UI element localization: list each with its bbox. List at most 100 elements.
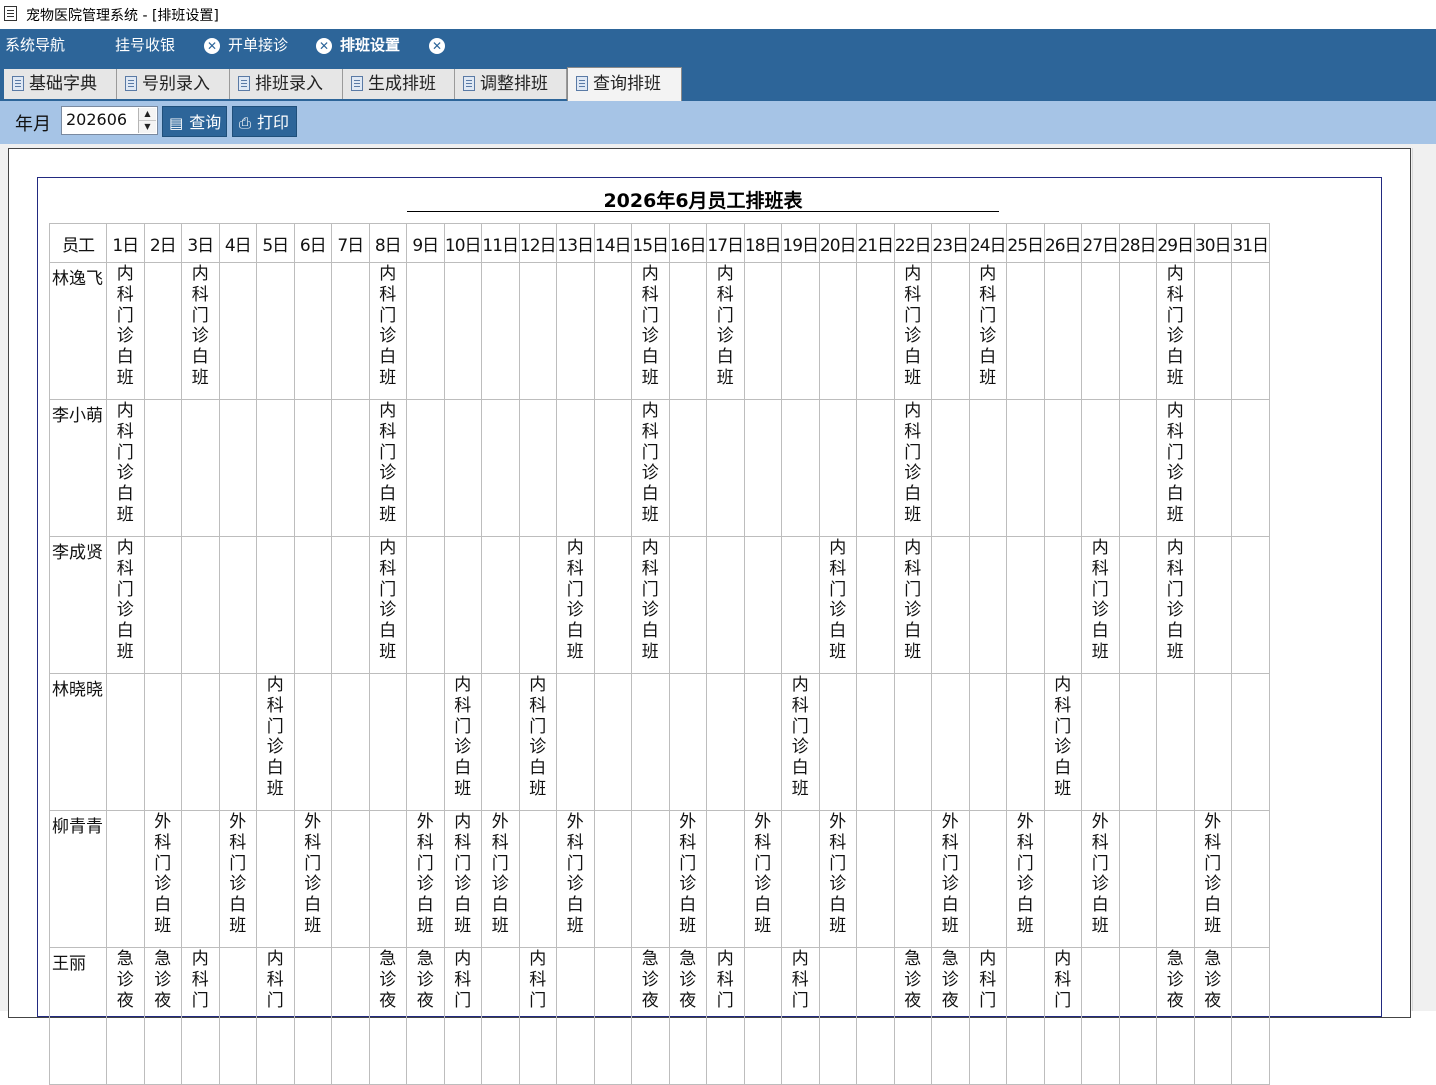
- day-header: 29日: [1156, 223, 1195, 263]
- menu-bar: 系统导航 挂号收银 ✕ 开单接诊 ✕ 排班设置 ✕: [0, 29, 1436, 60]
- shift-label: 内科门诊白班: [116, 401, 134, 525]
- shift-label: 内科门: [266, 949, 284, 1011]
- menu-consultation[interactable]: ✕ 开单接诊: [204, 35, 288, 55]
- close-icon[interactable]: ✕: [204, 37, 220, 54]
- shift-cell: [218, 262, 257, 400]
- shift-label: 内科门: [454, 949, 472, 1011]
- shift-cell: 外科门诊白班: [143, 810, 182, 948]
- shift-cell: [181, 673, 220, 811]
- shift-label: 内科门诊白班: [904, 264, 922, 388]
- vertical-scrollbar[interactable]: [1412, 148, 1436, 1011]
- shift-cell: [631, 810, 670, 948]
- shift-cell: [181, 536, 220, 674]
- shift-cell: [593, 399, 632, 537]
- shift-cell: [1043, 810, 1082, 948]
- shift-label: 外科门诊白班: [491, 812, 509, 936]
- shift-label: 内科门诊白班: [379, 538, 397, 662]
- menu-close-all[interactable]: ✕: [429, 35, 453, 55]
- document-icon: [125, 75, 137, 91]
- shift-cell: 内科门诊白班: [893, 536, 932, 674]
- close-icon[interactable]: ✕: [429, 37, 445, 54]
- menu-schedule-settings[interactable]: ✕ 排班设置: [316, 35, 400, 55]
- shift-cell: [256, 262, 295, 400]
- day-header: 24日: [968, 223, 1007, 263]
- shift-cell: [143, 262, 182, 400]
- shift-cell: [106, 673, 145, 811]
- shift-cell: [1118, 810, 1157, 948]
- shift-cell: [781, 810, 820, 948]
- shift-label: 内科门诊白班: [641, 401, 659, 525]
- shift-cell: [1081, 947, 1120, 1085]
- shift-cell: 内科门诊白班: [518, 673, 557, 811]
- spin-down-icon[interactable]: ▼: [139, 121, 156, 133]
- spin-up-icon[interactable]: ▲: [139, 108, 156, 121]
- shift-cell: [331, 947, 370, 1085]
- close-icon[interactable]: ✕: [316, 37, 332, 54]
- tab-label: 生成排班: [368, 74, 436, 94]
- tab-schedule-entry[interactable]: 排班录入: [230, 69, 343, 99]
- day-header: 16日: [668, 223, 707, 263]
- tab-number-entry[interactable]: 号别录入: [117, 69, 230, 99]
- day-header: 19日: [781, 223, 820, 263]
- shift-cell: 内科门诊白班: [706, 262, 745, 400]
- year-month-input[interactable]: 202606: [66, 110, 127, 129]
- shift-cell: [931, 399, 970, 537]
- print-button-label: 打印: [257, 113, 290, 132]
- print-button[interactable]: ⎙ 打印: [232, 106, 297, 137]
- shift-cell: 内科门诊白班: [1156, 536, 1195, 674]
- shift-cell: [1043, 536, 1082, 674]
- shift-cell: [406, 673, 445, 811]
- shift-label: 急诊夜: [1166, 949, 1184, 1011]
- day-header: 28日: [1118, 223, 1157, 263]
- shift-cell: 内科门诊白班: [181, 262, 220, 400]
- shift-cell: 内科门: [181, 947, 220, 1085]
- shift-cell: [218, 947, 257, 1085]
- year-month-label: 年月: [15, 114, 51, 135]
- shift-cell: 外科门诊白班: [1193, 810, 1232, 948]
- shift-cell: [893, 810, 932, 948]
- tab-label: 调整排班: [480, 74, 548, 94]
- shift-cell: [931, 536, 970, 674]
- shift-label: 急诊夜: [116, 949, 134, 1011]
- shift-label: 内科门诊白班: [904, 401, 922, 525]
- shift-label: 内科门诊白班: [191, 264, 209, 388]
- year-month-spinner[interactable]: 202606 ▲ ▼: [61, 106, 158, 135]
- shift-cell: [856, 673, 895, 811]
- shift-label: 内科门诊白班: [641, 538, 659, 662]
- shift-label: 内科门诊白班: [379, 401, 397, 525]
- shift-cell: [143, 399, 182, 537]
- day-header: 1日: [106, 223, 145, 263]
- shift-cell: [818, 673, 857, 811]
- shift-cell: [631, 673, 670, 811]
- shift-cell: [556, 262, 595, 400]
- query-button[interactable]: ▤ 查询: [162, 106, 227, 137]
- tab-query-schedule[interactable]: 查询排班: [567, 67, 682, 101]
- shift-label: 外科门诊白班: [754, 812, 772, 936]
- shift-cell: 内科门诊白班: [106, 536, 145, 674]
- shift-cell: 急诊夜: [106, 947, 145, 1085]
- employee-name: 林晓晓: [49, 673, 107, 811]
- app-icon: [4, 6, 17, 21]
- shift-cell: [1006, 673, 1045, 811]
- shift-cell: [293, 262, 332, 400]
- query-button-label: 查询: [189, 113, 222, 132]
- menu-system-nav[interactable]: 系统导航: [5, 35, 65, 55]
- shift-cell: [743, 262, 782, 400]
- shift-cell: [1193, 673, 1232, 811]
- shift-cell: [1081, 262, 1120, 400]
- printer-icon: ⎙: [239, 114, 252, 132]
- tab-adjust-schedule[interactable]: 调整排班: [455, 69, 567, 99]
- book-icon: ▤: [169, 114, 184, 132]
- menu-registration[interactable]: 挂号收银: [115, 35, 175, 55]
- shift-cell: [668, 399, 707, 537]
- shift-cell: [968, 536, 1007, 674]
- tab-basic-dictionary[interactable]: 基础字典: [4, 69, 117, 99]
- shift-cell: [1231, 399, 1270, 537]
- shift-cell: 内科门诊白班: [443, 810, 482, 948]
- shift-label: 急诊夜: [379, 949, 397, 1011]
- shift-cell: [293, 947, 332, 1085]
- shift-cell: [593, 673, 632, 811]
- shift-cell: [143, 536, 182, 674]
- tab-generate-schedule[interactable]: 生成排班: [343, 69, 455, 99]
- tab-label: 查询排班: [593, 74, 661, 94]
